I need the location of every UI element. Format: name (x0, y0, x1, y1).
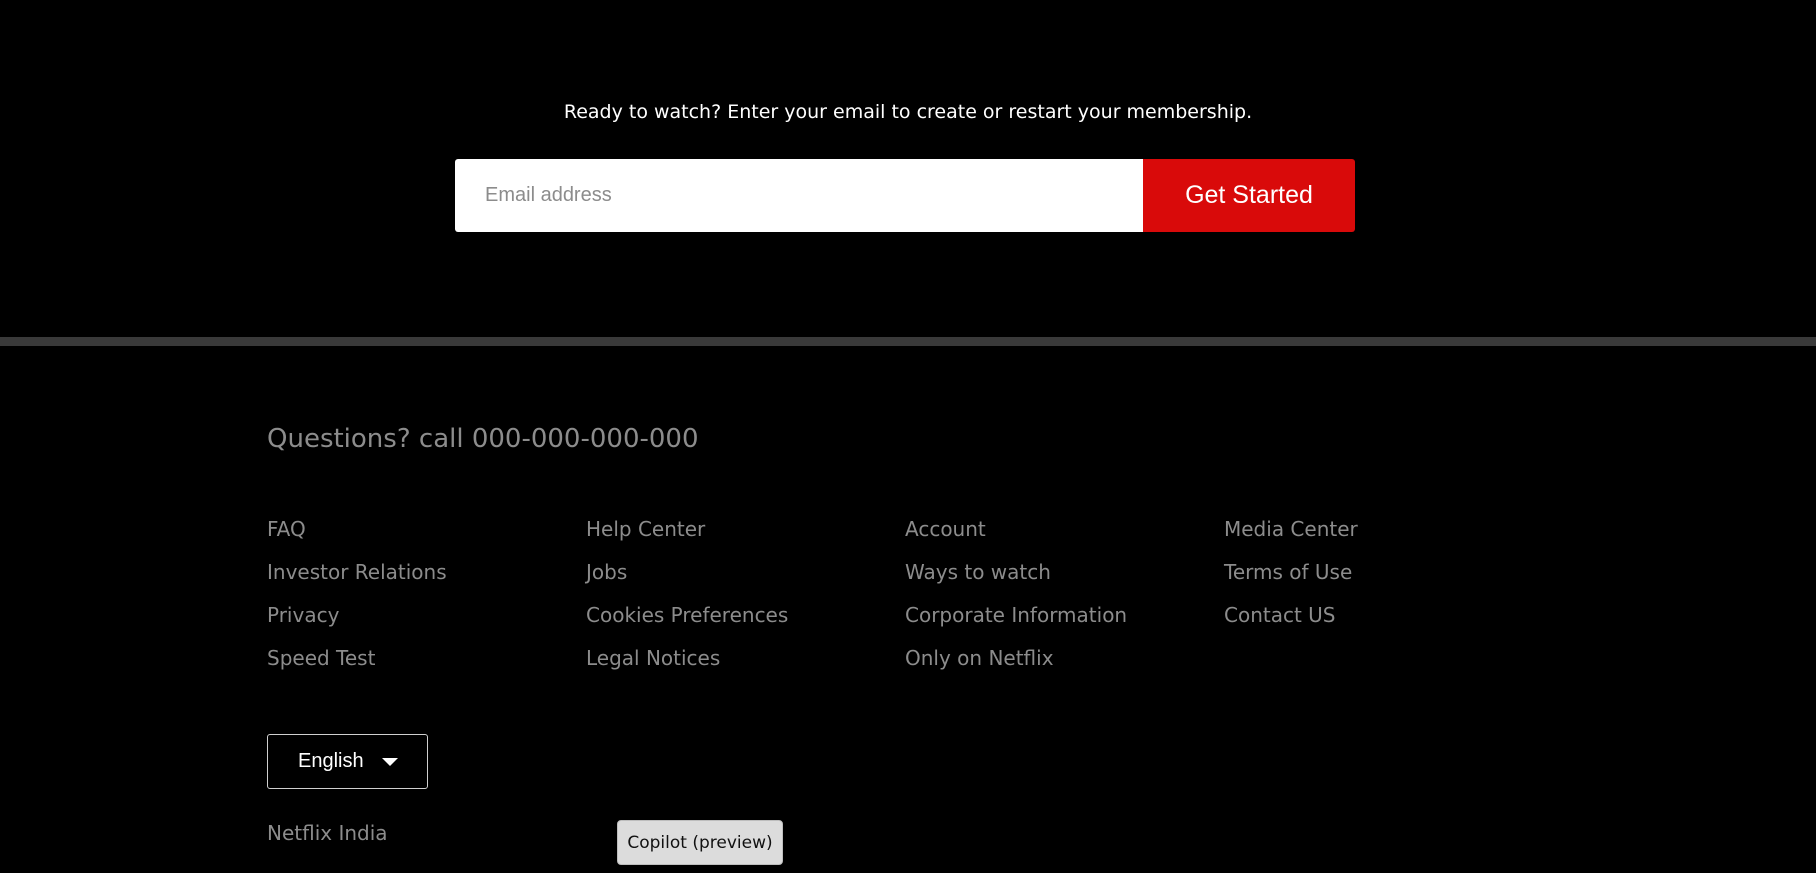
caret-down-icon (381, 757, 398, 766)
footer-link-privacy[interactable]: Privacy (267, 603, 586, 646)
email-form: Get Started (455, 159, 1355, 232)
questions-phone-link[interactable]: Questions? call 000-000-000-000 (267, 424, 699, 454)
footer-link-speed-test[interactable]: Speed Test (267, 646, 586, 689)
footer-link-corporate-information[interactable]: Corporate Information (905, 603, 1224, 646)
footer-link-only-on-netflix[interactable]: Only on Netflix (905, 646, 1224, 689)
footer-link-investor-relations[interactable]: Investor Relations (267, 560, 586, 603)
language-select[interactable]: English (267, 734, 428, 789)
footer-link-jobs[interactable]: Jobs (586, 560, 905, 603)
footer-link-help-center[interactable]: Help Center (586, 517, 905, 560)
footer-links: FAQ Investor Relations Privacy Speed Tes… (267, 517, 1543, 689)
footer-link-faq[interactable]: FAQ (267, 517, 586, 560)
email-input[interactable] (455, 159, 1143, 232)
copilot-preview-button[interactable]: Copilot (preview) (617, 820, 783, 865)
section-divider (0, 337, 1816, 346)
cta-text: Ready to watch? Enter your email to crea… (563, 101, 1253, 123)
footer-link-column: Account Ways to watch Corporate Informat… (905, 517, 1224, 689)
footer-link-ways-to-watch[interactable]: Ways to watch (905, 560, 1224, 603)
get-started-button[interactable]: Get Started (1143, 159, 1355, 232)
footer-link-account[interactable]: Account (905, 517, 1224, 560)
language-select-value: English (298, 750, 364, 772)
footer-link-cookies-preferences[interactable]: Cookies Preferences (586, 603, 905, 646)
footer-link-contact-us[interactable]: Contact US (1224, 603, 1543, 646)
email-signup-section: Ready to watch? Enter your email to crea… (0, 0, 1816, 337)
footer-link-column: Help Center Jobs Cookies Preferences Leg… (586, 517, 905, 689)
footer-link-column: FAQ Investor Relations Privacy Speed Tes… (267, 517, 586, 689)
footer-link-column: Media Center Terms of Use Contact US (1224, 517, 1543, 689)
footer-link-media-center[interactable]: Media Center (1224, 517, 1543, 560)
footer-link-legal-notices[interactable]: Legal Notices (586, 646, 905, 689)
footer-link-terms-of-use[interactable]: Terms of Use (1224, 560, 1543, 603)
page: Ready to watch? Enter your email to crea… (0, 0, 1816, 873)
country-label: Netflix India (267, 821, 388, 845)
footer: Questions? call 000-000-000-000 FAQ Inve… (0, 346, 1816, 873)
